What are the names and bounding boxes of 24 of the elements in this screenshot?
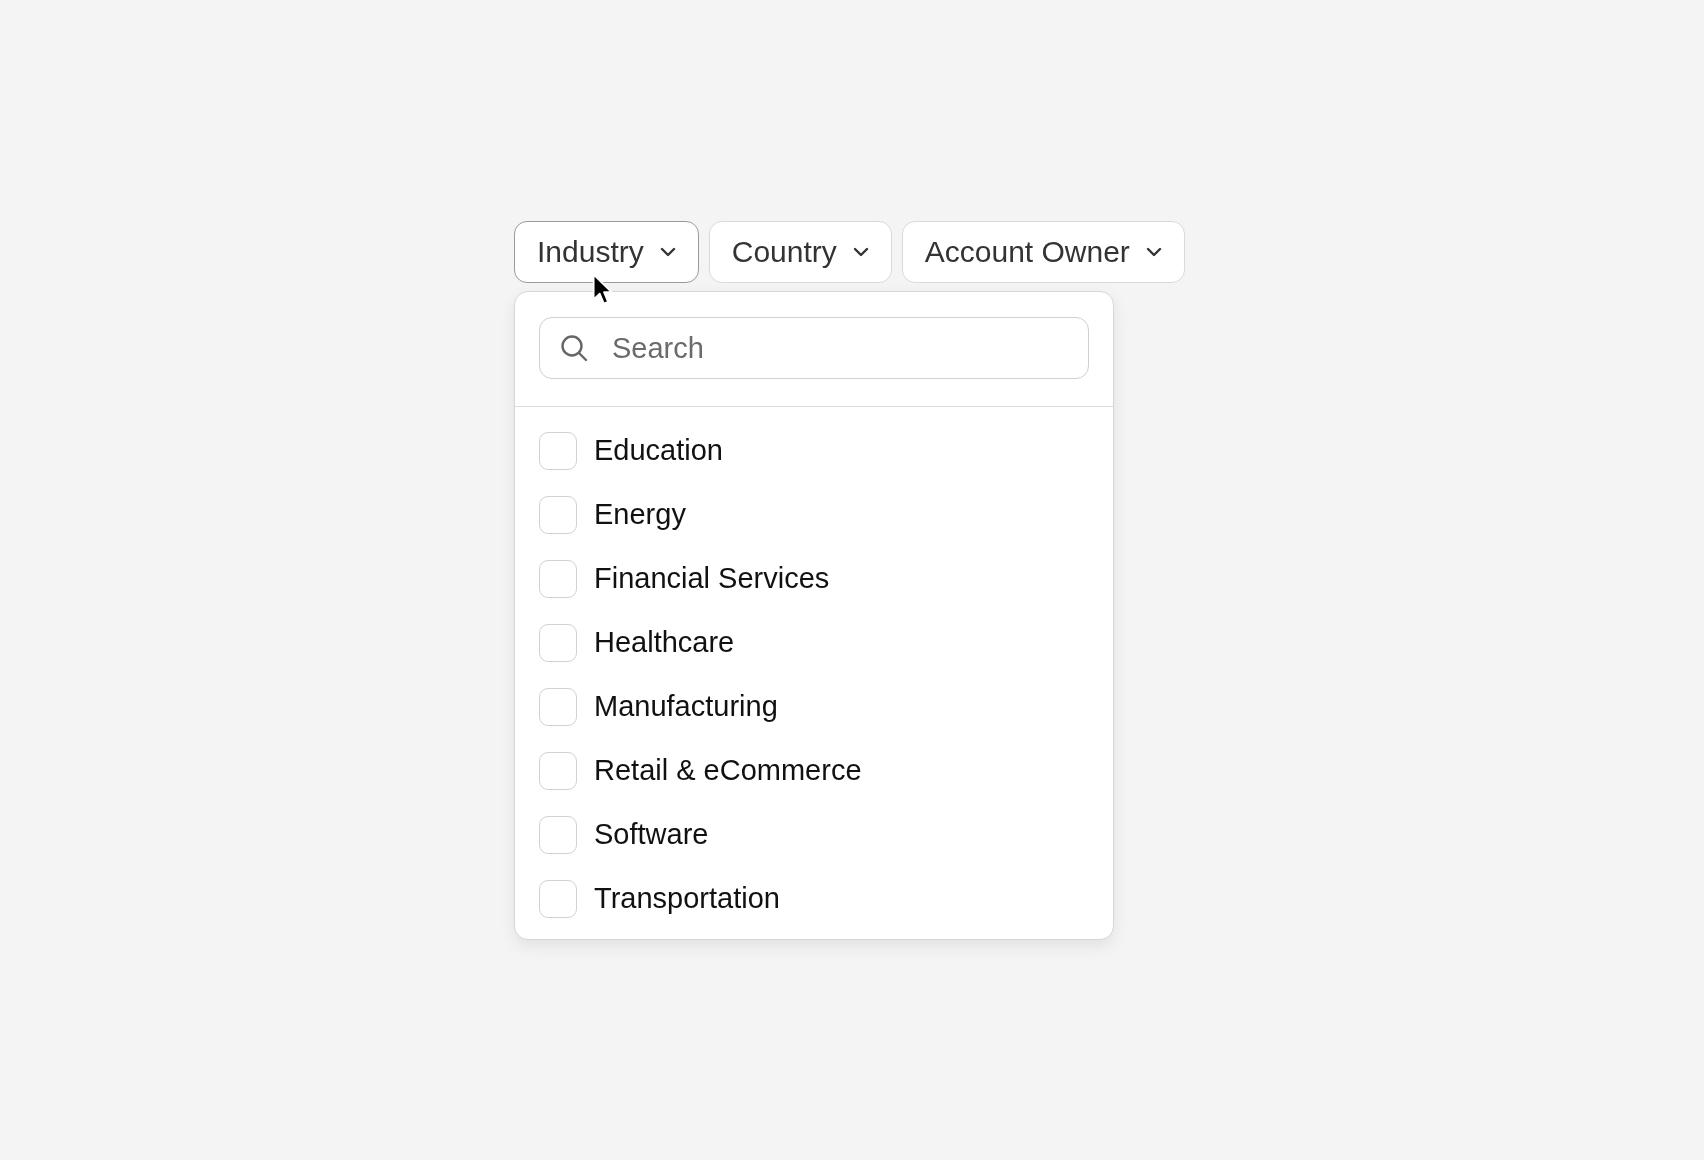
- checkbox[interactable]: [539, 880, 577, 918]
- filter-dropdown-button[interactable]: Account Owner: [901, 221, 1185, 283]
- option-label[interactable]: Retail & eCommerce: [594, 749, 862, 793]
- option-label[interactable]: Software: [594, 813, 709, 857]
- option-label[interactable]: Manufacturing: [594, 685, 778, 729]
- checkbox[interactable]: [539, 624, 577, 662]
- filter-dropdown-button[interactable]: Country: [708, 221, 892, 283]
- checkbox[interactable]: [539, 752, 577, 790]
- checkbox[interactable]: [539, 816, 577, 854]
- search-field[interactable]: Search: [539, 317, 1089, 379]
- option-label[interactable]: Education: [594, 429, 723, 473]
- option-label[interactable]: Energy: [594, 493, 686, 537]
- filter-dropdown-button[interactable]: Industry: [514, 221, 699, 283]
- checkbox[interactable]: [539, 688, 577, 726]
- chevron-down-icon: [1145, 247, 1162, 257]
- checkbox[interactable]: [539, 432, 577, 470]
- search-icon: [560, 334, 588, 362]
- checkbox[interactable]: [539, 496, 577, 534]
- chevron-down-icon: [659, 247, 676, 257]
- option-label[interactable]: Healthcare: [594, 621, 735, 665]
- chevron-down-icon: [852, 247, 869, 257]
- option-label[interactable]: Financial Services: [594, 557, 830, 601]
- checkbox[interactable]: [539, 560, 577, 598]
- option-label[interactable]: Transportation: [594, 877, 780, 921]
